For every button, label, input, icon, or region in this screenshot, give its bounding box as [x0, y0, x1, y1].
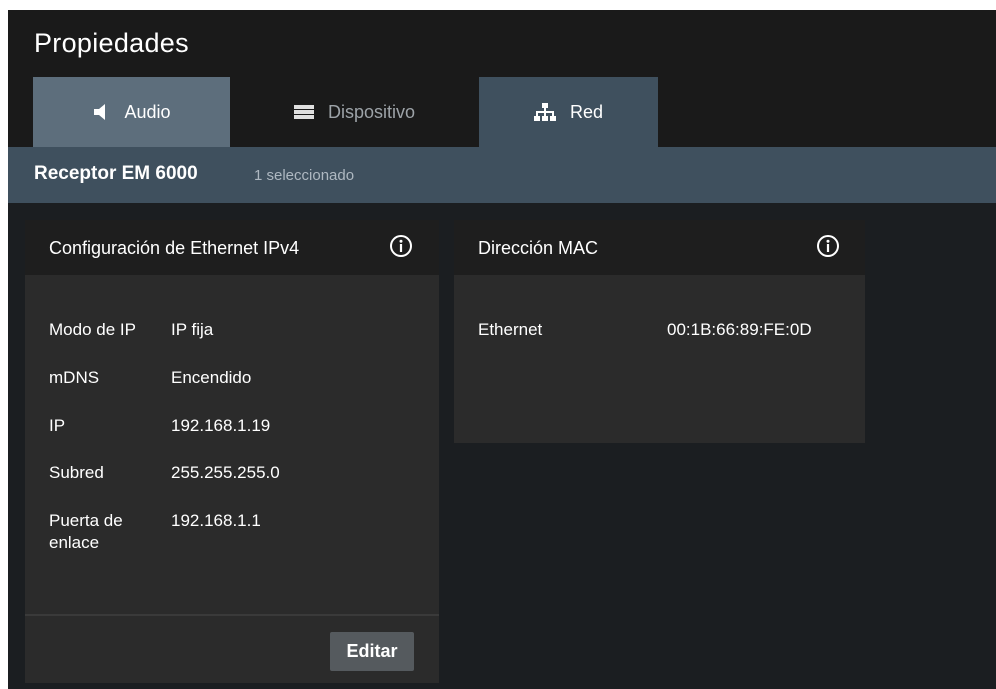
- tab-audio[interactable]: Audio: [33, 77, 230, 147]
- info-icon[interactable]: [389, 234, 413, 258]
- mdns-value: Encendido: [171, 368, 252, 387]
- gateway-value: 192.168.1.1: [171, 511, 261, 530]
- mac-card-header: Dirección MAC: [454, 220, 865, 275]
- selection-count: 1 seleccionado: [254, 167, 355, 184]
- subnet-label: Subred: [49, 463, 104, 482]
- network-icon: [533, 103, 556, 121]
- ip-mode-label: Modo de IP: [49, 320, 136, 339]
- window-title: Propiedades: [34, 28, 189, 58]
- mac-address-card: Dirección MAC Ethernet 00:1B:66:89:FE:0D: [454, 220, 865, 443]
- device-icon: [293, 104, 314, 120]
- gateway-label: Puerta de enlace: [49, 511, 123, 552]
- tab-audio-label: Audio: [124, 101, 171, 122]
- tab-red[interactable]: Red: [479, 77, 658, 147]
- info-icon[interactable]: [816, 234, 840, 258]
- mdns-label: mDNS: [49, 368, 100, 387]
- tab-bar: Audio Dispositivo Red: [8, 77, 996, 147]
- ipv4-card-title: Configuración de Ethernet IPv4: [49, 238, 300, 258]
- title-bar: Propiedades: [8, 10, 996, 77]
- ip-mode-value: IP fija: [171, 320, 214, 339]
- ip-value: 192.168.1.19: [171, 416, 271, 435]
- card-divider: [25, 614, 439, 616]
- speaker-icon: [92, 103, 110, 121]
- device-name: Receptor EM 6000: [34, 163, 198, 184]
- ip-label: IP: [49, 416, 66, 435]
- tab-red-label: Red: [569, 101, 604, 122]
- ipv4-card-header: Configuración de Ethernet IPv4: [25, 220, 439, 275]
- edit-button[interactable]: Editar: [330, 632, 414, 671]
- tab-dispositivo[interactable]: Dispositivo: [230, 77, 479, 147]
- subnet-value: 255.255.255.0: [171, 463, 280, 482]
- mac-address-value: 00:1B:66:89:FE:0D: [667, 320, 812, 339]
- mac-card-title: Dirección MAC: [478, 238, 599, 258]
- tab-dispositivo-label: Dispositivo: [327, 101, 416, 122]
- device-subheader: Receptor EM 6000 1 seleccionado: [8, 147, 996, 203]
- ethernet-label: Ethernet: [478, 320, 543, 339]
- ipv4-config-card: Configuración de Ethernet IPv4 Modo de I…: [25, 220, 439, 683]
- properties-window: Propiedades Audio Dispositivo Red Recept…: [8, 10, 996, 689]
